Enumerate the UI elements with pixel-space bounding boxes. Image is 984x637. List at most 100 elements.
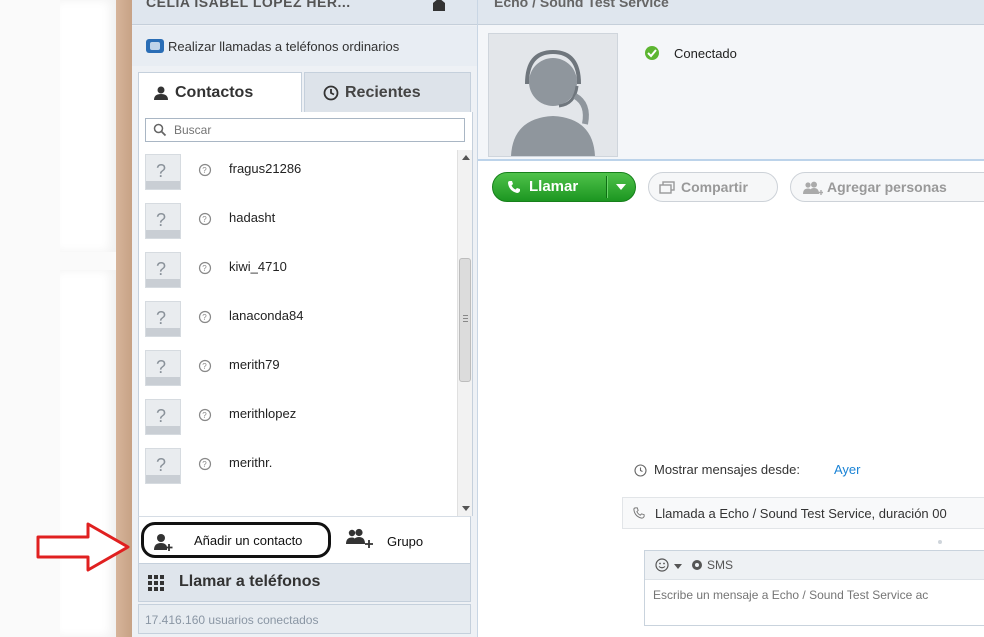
add-people-label: Agregar personas [827, 179, 947, 195]
add-person-icon [154, 534, 173, 551]
scroll-up-icon[interactable] [462, 155, 470, 160]
add-group-icon [346, 528, 373, 548]
person-icon [154, 86, 168, 100]
grip-icon [463, 315, 468, 316]
scroll-thumb[interactable] [459, 258, 471, 382]
add-contact-label: Añadir un contacto [194, 533, 303, 548]
message-composer: SMS [644, 550, 984, 626]
status-unknown-icon: ? [198, 261, 212, 275]
scroll-down-icon[interactable] [462, 506, 470, 511]
contact-item[interactable]: ? ? kiwi_4710 [139, 248, 457, 297]
unknown-avatar-icon: ? [146, 210, 180, 238]
tab-contacts[interactable]: Contactos [138, 72, 302, 112]
contact-name: merith79 [229, 357, 280, 372]
call-phones-label: Llamar a teléfonos [179, 573, 321, 590]
svg-text:?: ? [156, 308, 166, 328]
contact-name: merithr. [229, 455, 273, 470]
tab-recent[interactable]: Recientes [304, 72, 471, 112]
chevron-down-icon[interactable] [674, 564, 682, 569]
call-phones-button[interactable]: Llamar a teléfonos [138, 564, 471, 602]
contact-item[interactable]: ? ? merithlopez [139, 395, 457, 444]
svg-text:?: ? [202, 166, 207, 175]
headset-person-icon [511, 49, 595, 156]
emoticon-icon[interactable] [655, 558, 669, 572]
message-input[interactable] [653, 585, 981, 605]
background-window [60, 0, 117, 252]
svg-text:?: ? [202, 264, 207, 273]
sms-label[interactable]: SMS [707, 558, 733, 572]
divider-dot [938, 540, 942, 544]
user-name[interactable]: CELIA ISABEL LOPEZ HER... [146, 0, 351, 10]
contacts-panel: CELIA ISABEL LOPEZ HER... Realizar llama… [132, 0, 478, 637]
contact-item[interactable]: ? ? merithr. [139, 444, 457, 493]
create-group-button[interactable]: Grupo [345, 525, 455, 555]
clock-icon [634, 464, 647, 477]
share-button[interactable]: Compartir [648, 172, 778, 202]
status-unknown-icon: ? [198, 457, 212, 471]
users-online-status: 17.416.160 usuarios conectados [138, 604, 471, 634]
home-icon[interactable] [431, 0, 447, 12]
users-online-text: 17.416.160 usuarios conectados [145, 613, 319, 627]
call-button[interactable]: Llamar [492, 172, 636, 202]
show-messages-since-link[interactable]: Ayer [834, 462, 861, 477]
profile-picture[interactable] [488, 33, 618, 157]
phone-handset-icon [508, 181, 520, 193]
tabs: Contactos Recientes [138, 72, 471, 112]
phone-icon [146, 39, 164, 53]
conversation-title-bar: Echo / Sound Test Service [478, 0, 984, 25]
dialpad-icon [148, 575, 164, 591]
clock-icon [323, 85, 339, 101]
add-contact-button[interactable]: Añadir un contacto [141, 522, 331, 558]
phone-calls-link[interactable]: Realizar llamadas a teléfonos ordinarios [132, 26, 477, 66]
composer-toolbar: SMS [645, 551, 984, 580]
sms-icon[interactable] [691, 559, 703, 571]
background-window [60, 270, 117, 637]
contact-list-scrollbar[interactable] [457, 150, 472, 516]
status-unknown-icon: ? [198, 163, 212, 177]
tab-recent-label: Recientes [345, 84, 421, 101]
contact-actions: Añadir un contacto Grupo [138, 516, 471, 564]
contact-name: hadasht [229, 210, 276, 225]
svg-text:?: ? [156, 161, 166, 181]
svg-text:?: ? [202, 313, 207, 322]
svg-text:?: ? [202, 362, 207, 371]
avatar: ? [145, 448, 181, 484]
svg-text:?: ? [156, 406, 166, 426]
contact-list: ? ? fragus21286 ? ? hadasht ? ? kiwi_471… [138, 150, 473, 516]
user-title-bar[interactable]: CELIA ISABEL LOPEZ HER... [132, 0, 477, 25]
svg-text:?: ? [156, 259, 166, 279]
contact-name: lanaconda84 [229, 308, 304, 323]
profile-header: Conectado [478, 25, 984, 161]
unknown-avatar-icon: ? [146, 406, 180, 434]
call-event-text: Llamada a Echo / Sound Test Service, dur… [655, 506, 947, 521]
phone-handset-icon [633, 507, 645, 519]
search-box[interactable] [145, 118, 465, 142]
avatar: ? [145, 399, 181, 435]
contact-name: kiwi_4710 [229, 259, 287, 274]
chevron-down-icon[interactable] [616, 184, 626, 190]
contact-item[interactable]: ? ? fragus21286 [139, 150, 457, 199]
contact-item[interactable]: ? ? hadasht [139, 199, 457, 248]
contact-name: fragus21286 [229, 161, 302, 176]
unknown-avatar-icon: ? [146, 357, 180, 385]
online-status-icon [645, 46, 659, 60]
split-divider [606, 176, 607, 198]
unknown-avatar-icon: ? [146, 455, 180, 483]
group-label: Grupo [387, 534, 424, 549]
call-event-item[interactable]: Llamada a Echo / Sound Test Service, dur… [622, 497, 984, 529]
search-input[interactable] [174, 121, 454, 139]
conversation-panel: Echo / Sound Test Service Conectado Llam… [478, 0, 984, 637]
avatar: ? [145, 154, 181, 190]
share-button-label: Compartir [681, 179, 748, 195]
conversation-title: Echo / Sound Test Service [494, 0, 669, 10]
add-people-button[interactable]: Agregar personas [790, 172, 984, 202]
svg-text:?: ? [156, 357, 166, 377]
contact-item[interactable]: ? ? merith79 [139, 346, 457, 395]
phone-calls-label: Realizar llamadas a teléfonos ordinarios [168, 39, 400, 54]
contact-item[interactable]: ? ? lanaconda84 [139, 297, 457, 346]
conversation-toolbar: Llamar Compartir Agregar personas [490, 170, 984, 204]
share-screen-icon [659, 181, 675, 194]
svg-text:?: ? [202, 460, 207, 469]
svg-text:?: ? [156, 455, 166, 475]
svg-text:?: ? [156, 210, 166, 230]
